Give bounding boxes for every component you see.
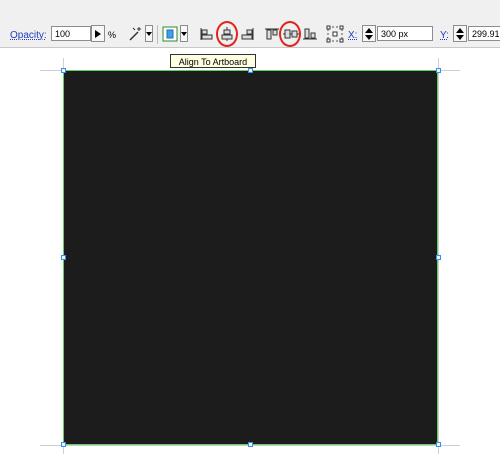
stepper-icon (456, 27, 464, 40)
resize-handle[interactable] (248, 442, 253, 447)
percent-unit: % (108, 30, 117, 40)
align-top-icon (265, 28, 279, 40)
resize-handle[interactable] (248, 68, 253, 73)
resize-handle[interactable] (436, 442, 441, 447)
x-label: X: (348, 30, 358, 41)
y-label: Y: (440, 30, 449, 41)
resize-handle[interactable] (61, 255, 66, 260)
distribute-button[interactable] (325, 25, 345, 43)
x-stepper[interactable] (362, 25, 376, 42)
resize-handle[interactable] (436, 255, 441, 260)
recolor-button[interactable] (125, 25, 145, 43)
align-to-artboard-button[interactable] (160, 25, 180, 43)
selected-rectangle[interactable] (63, 70, 438, 445)
align-left-icon (200, 28, 213, 40)
opacity-label: Opacity: (10, 30, 47, 41)
resize-handle[interactable] (61, 68, 66, 73)
opacity-input[interactable]: 100 (51, 26, 91, 41)
opacity-arrow-button[interactable] (91, 25, 105, 42)
tooltip: Align To Artboard (170, 54, 256, 68)
chevron-down-icon (181, 31, 187, 36)
distribute-icon (326, 25, 344, 43)
y-field[interactable]: 299.917 (468, 26, 500, 41)
align-left-button[interactable] (197, 25, 217, 43)
separator (157, 25, 158, 44)
highlight-circle (279, 21, 301, 47)
y-stepper[interactable] (453, 25, 467, 42)
highlight-circle (216, 21, 238, 47)
resize-handle[interactable] (61, 442, 66, 447)
chevron-down-icon (146, 31, 152, 36)
stepper-icon (365, 27, 373, 40)
resize-handle[interactable] (436, 68, 441, 73)
x-field[interactable]: 300 px (377, 26, 433, 41)
align-right-button[interactable] (237, 25, 257, 43)
align-bottom-button[interactable] (300, 25, 320, 43)
recolor-dropdown[interactable] (145, 25, 153, 42)
magic-wand-icon (129, 27, 141, 41)
align-to-artboard-icon (162, 26, 178, 42)
align-bottom-icon (303, 28, 317, 40)
align-target-dropdown[interactable] (180, 25, 188, 42)
toolbar: Opacity: 100 % X: 300 px Y: 299.91 (0, 0, 500, 48)
play-arrow-icon (95, 29, 101, 38)
align-right-icon (241, 28, 254, 40)
